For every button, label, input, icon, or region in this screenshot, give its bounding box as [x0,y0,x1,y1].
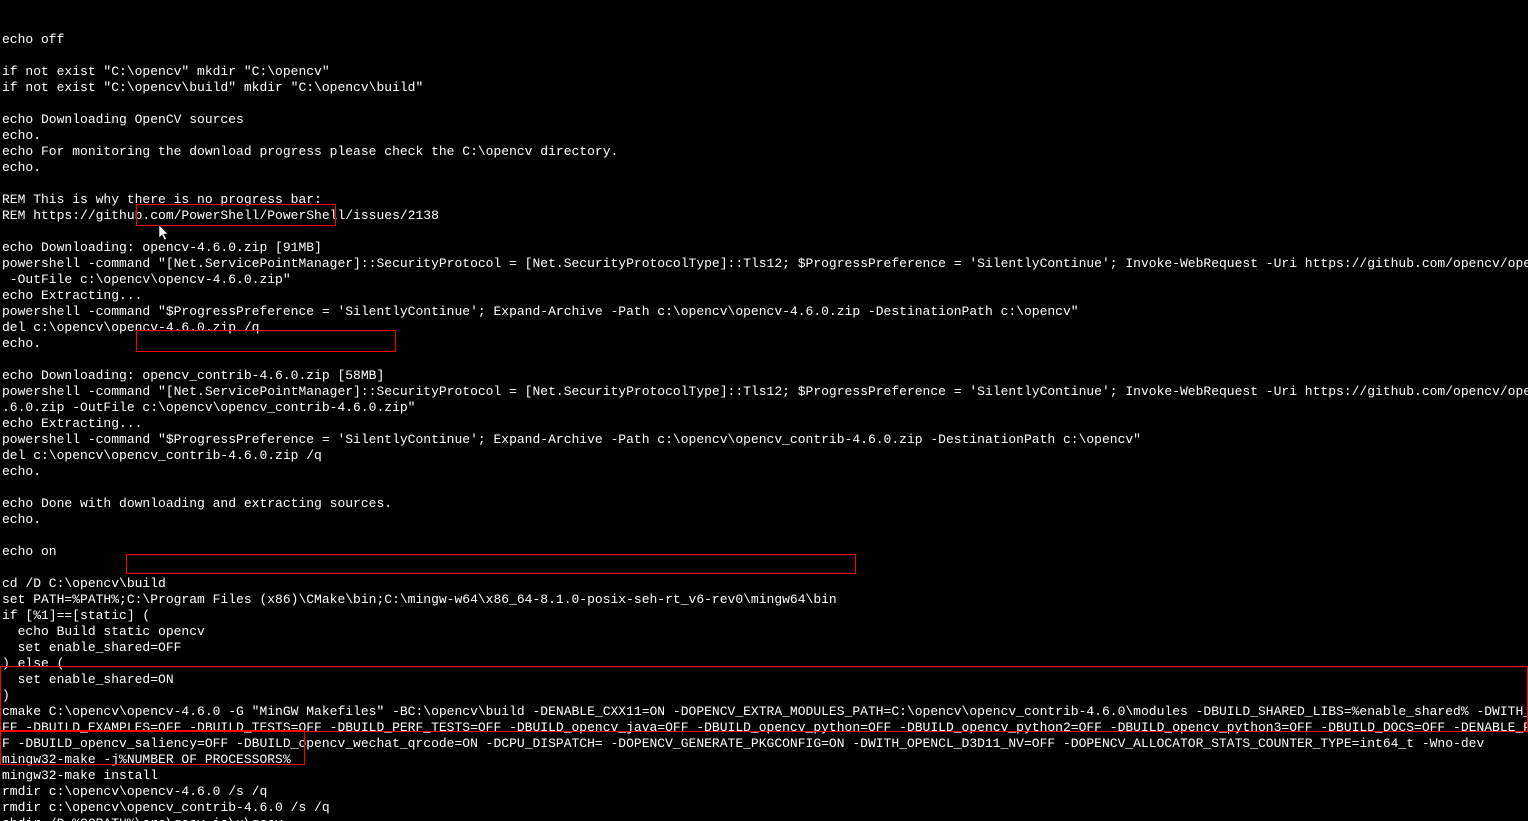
terminal-text: echo off if not exist "C:\opencv" mkdir … [2,32,1526,821]
terminal-output[interactable]: echo off if not exist "C:\opencv" mkdir … [0,0,1528,821]
